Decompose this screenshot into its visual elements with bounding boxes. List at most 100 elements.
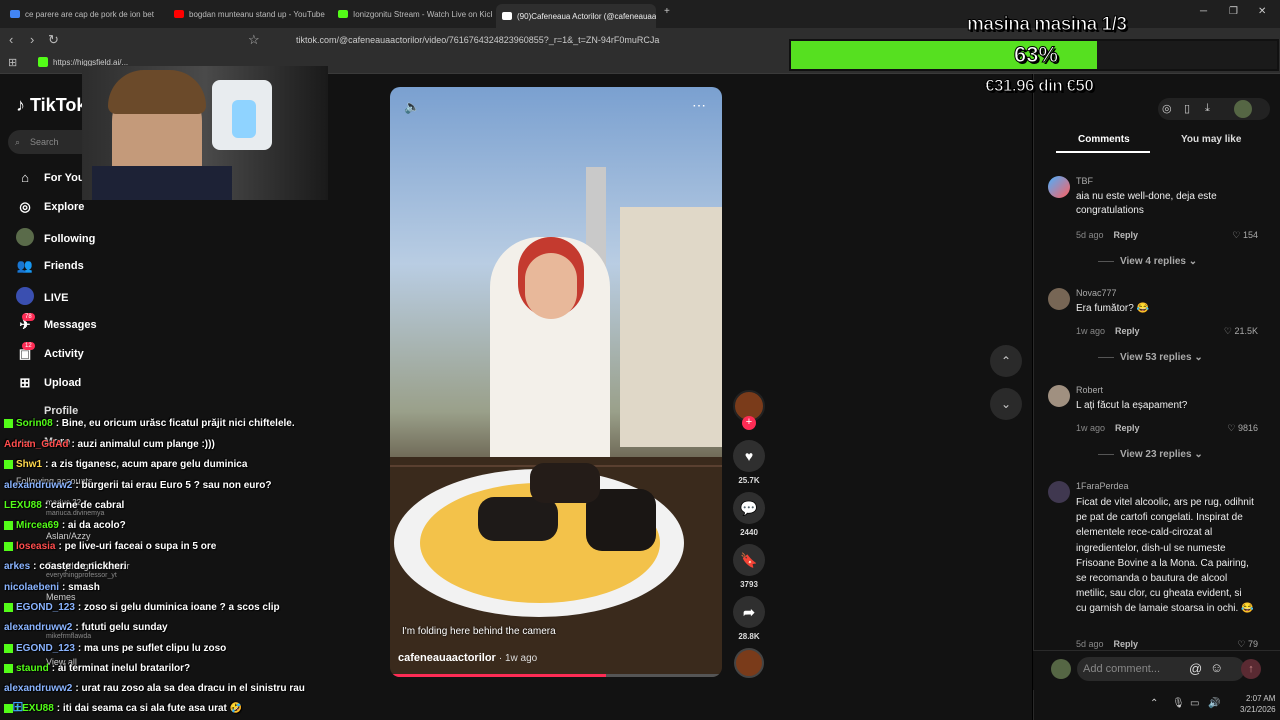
tiktok-note-icon: ♪ (16, 95, 25, 115)
view-replies-button[interactable]: View 23 replies ⌄ (1098, 449, 1203, 460)
browser-tab-active[interactable]: (90)Cafeneaua Actorilor (@cafeneauaactor… (496, 4, 656, 28)
chat-message: arkes: coaste de nickheri (4, 561, 127, 572)
heart-outline-icon: ♡ (1227, 423, 1236, 433)
comment-meta: 1w ago Reply (1076, 423, 1140, 433)
reply-button[interactable]: Reply (1114, 230, 1139, 240)
comment-item: Novac777 Era fumător? 😂 1w ago Reply ♡ 21… (1048, 288, 1258, 368)
comment-likes[interactable]: ♡ 154 (1232, 230, 1258, 241)
nav-for-you[interactable]: ⌂ For You (16, 170, 84, 185)
compass-icon: ◎ (19, 199, 31, 214)
speaker-icon[interactable]: 🔊 (1208, 698, 1220, 709)
tab-you-may-like[interactable]: You may like (1181, 134, 1241, 145)
commenter-avatar[interactable] (1048, 481, 1070, 503)
chat-message: alexandruww2: urat rau zoso ala sa dea d… (4, 683, 305, 694)
device-icon[interactable]: ▯ (1184, 102, 1190, 115)
apps-grid-icon[interactable]: ⊞ (8, 56, 17, 69)
browser-tab[interactable]: bogdan munteanu stand up - YouTube (168, 4, 328, 24)
chat-message: LEXU88: iti dai seama ca si ala fute asa… (4, 703, 242, 714)
reply-button[interactable]: Reply (1115, 326, 1140, 336)
chat-message: staund: ai terminat inelul bratarilor? (4, 663, 190, 674)
previous-video-chevron-up-icon[interactable]: ⌃ (990, 345, 1022, 377)
streamer-hair (108, 70, 206, 114)
donation-goal-bar: 63% (789, 39, 1279, 71)
bookmark-icon: 🔖 (733, 544, 765, 576)
commenter-avatar[interactable] (1048, 288, 1070, 310)
view-replies-button[interactable]: View 4 replies ⌄ (1098, 256, 1197, 267)
nav-explore[interactable]: ◎ Explore (16, 199, 84, 215)
like-button[interactable]: ♥ 25.7K (733, 440, 765, 485)
chat-badge-icon (4, 419, 13, 428)
heart-icon: ♥ (733, 440, 765, 472)
post-comment-icon[interactable]: ↑ (1241, 659, 1261, 679)
chat-message: Sorin08: Bine, eu oricum urăsc ficatul p… (4, 418, 295, 429)
chat-message: nicolaebeni: smash (4, 582, 100, 593)
clock-date[interactable]: 3/21/2026 (1240, 705, 1276, 714)
donation-goal-percent: 63% (1013, 42, 1059, 68)
share-button[interactable]: ➦ 28.8K (733, 596, 765, 641)
emoji-icon[interactable]: ☺ (1210, 660, 1223, 675)
url-field[interactable]: tiktok.com/@cafeneauaactorilor/video/761… (266, 32, 786, 49)
user-avatar[interactable] (1234, 100, 1252, 118)
tiktok-logo[interactable]: ♪ TikTok (16, 95, 86, 116)
commenter-avatar[interactable] (1048, 176, 1070, 198)
comment-likes[interactable]: ♡ 79 (1237, 639, 1258, 649)
microphone-icon[interactable]: 🎙 (1172, 698, 1185, 709)
comment-meta: 1w ago Reply (1076, 326, 1140, 336)
heart-outline-icon: ♡ (1223, 326, 1232, 336)
view-replies-button[interactable]: View 53 replies ⌄ (1098, 352, 1203, 363)
nav-following[interactable]: Following (16, 228, 95, 249)
tab-active-underline (1056, 151, 1150, 153)
forward-icon[interactable]: › (30, 32, 34, 47)
volume-icon[interactable]: 🔈 (404, 99, 420, 115)
reload-icon[interactable]: ↻ (48, 32, 59, 48)
reply-button[interactable]: Reply (1115, 423, 1140, 433)
nav-upload[interactable]: ⊞ Upload (16, 375, 82, 391)
commenter-avatar[interactable] (1048, 385, 1070, 407)
comment-likes[interactable]: ♡ 9816 (1227, 423, 1258, 434)
bookmark-button[interactable]: 🔖 3793 (733, 544, 765, 589)
next-video-chevron-down-icon[interactable]: ⌄ (990, 388, 1022, 420)
tab-comments[interactable]: Comments (1078, 134, 1130, 145)
clock-time[interactable]: 2:07 AM (1246, 694, 1275, 703)
burnt-liver (586, 489, 656, 551)
minimize-icon[interactable]: ─ (1200, 6, 1207, 17)
maximize-icon[interactable]: ❐ (1229, 6, 1238, 17)
video-author-line[interactable]: cafeneauaactorilor · 1w ago (398, 652, 537, 664)
my-avatar (1051, 659, 1071, 679)
comment-likes[interactable]: ♡ 21.5K (1224, 326, 1258, 337)
follow-plus-icon[interactable]: + (742, 416, 756, 430)
windows-start-icon[interactable]: ⊞ (12, 698, 24, 715)
mention-icon[interactable]: @ (1189, 661, 1202, 676)
video-progress-track[interactable] (390, 674, 722, 677)
friends-icon: 👥 (16, 258, 34, 273)
video-caption: I'm folding here behind the camera (402, 626, 556, 637)
download-icon[interactable]: ⤓ (1205, 102, 1210, 115)
comment-button[interactable]: 💬 2440 (733, 492, 765, 537)
network-icon[interactable]: ▭ (1190, 698, 1199, 709)
chevron-up-icon[interactable]: ⌃ (1150, 698, 1158, 709)
music-disc-icon[interactable] (734, 648, 764, 678)
close-window-icon[interactable]: ✕ (1258, 6, 1266, 17)
browser-tab[interactable]: ce parere are cap de pork de ion bet (4, 4, 164, 24)
live-icon (16, 287, 34, 308)
reply-button[interactable]: Reply (1114, 639, 1139, 649)
top-right-toolbar: ◎ ▯ ⤓ (1158, 98, 1270, 120)
video-player[interactable]: 🔈 ⋯ I'm folding here behind the camera c… (390, 87, 722, 677)
browser-tab[interactable]: Ionizgonitu Stream - Watch Live on Kick (332, 4, 492, 24)
back-icon[interactable]: ‹ (9, 32, 13, 47)
share-icon: ➦ (733, 596, 765, 628)
comment-meta: 5d ago Reply (1076, 230, 1139, 240)
explore-icon[interactable]: ◎ (1162, 102, 1172, 115)
building-wall (620, 207, 722, 447)
more-options-icon[interactable]: ⋯ (692, 97, 706, 114)
new-tab-button[interactable]: + (664, 6, 670, 17)
chat-badge-icon (4, 521, 13, 530)
chat-badge-icon (4, 644, 13, 653)
person-face (525, 253, 577, 319)
chat-message: alexandruww2: fututi gelu sunday (4, 622, 168, 633)
bookmark-star-icon[interactable]: ☆ (248, 32, 260, 48)
nav-live[interactable]: LIVE (16, 287, 68, 308)
activity-badge: 12 (22, 342, 35, 350)
comment-composer: Add comment... @ ☺ ↑ (1033, 650, 1280, 690)
nav-friends[interactable]: 👥 Friends (16, 258, 84, 274)
